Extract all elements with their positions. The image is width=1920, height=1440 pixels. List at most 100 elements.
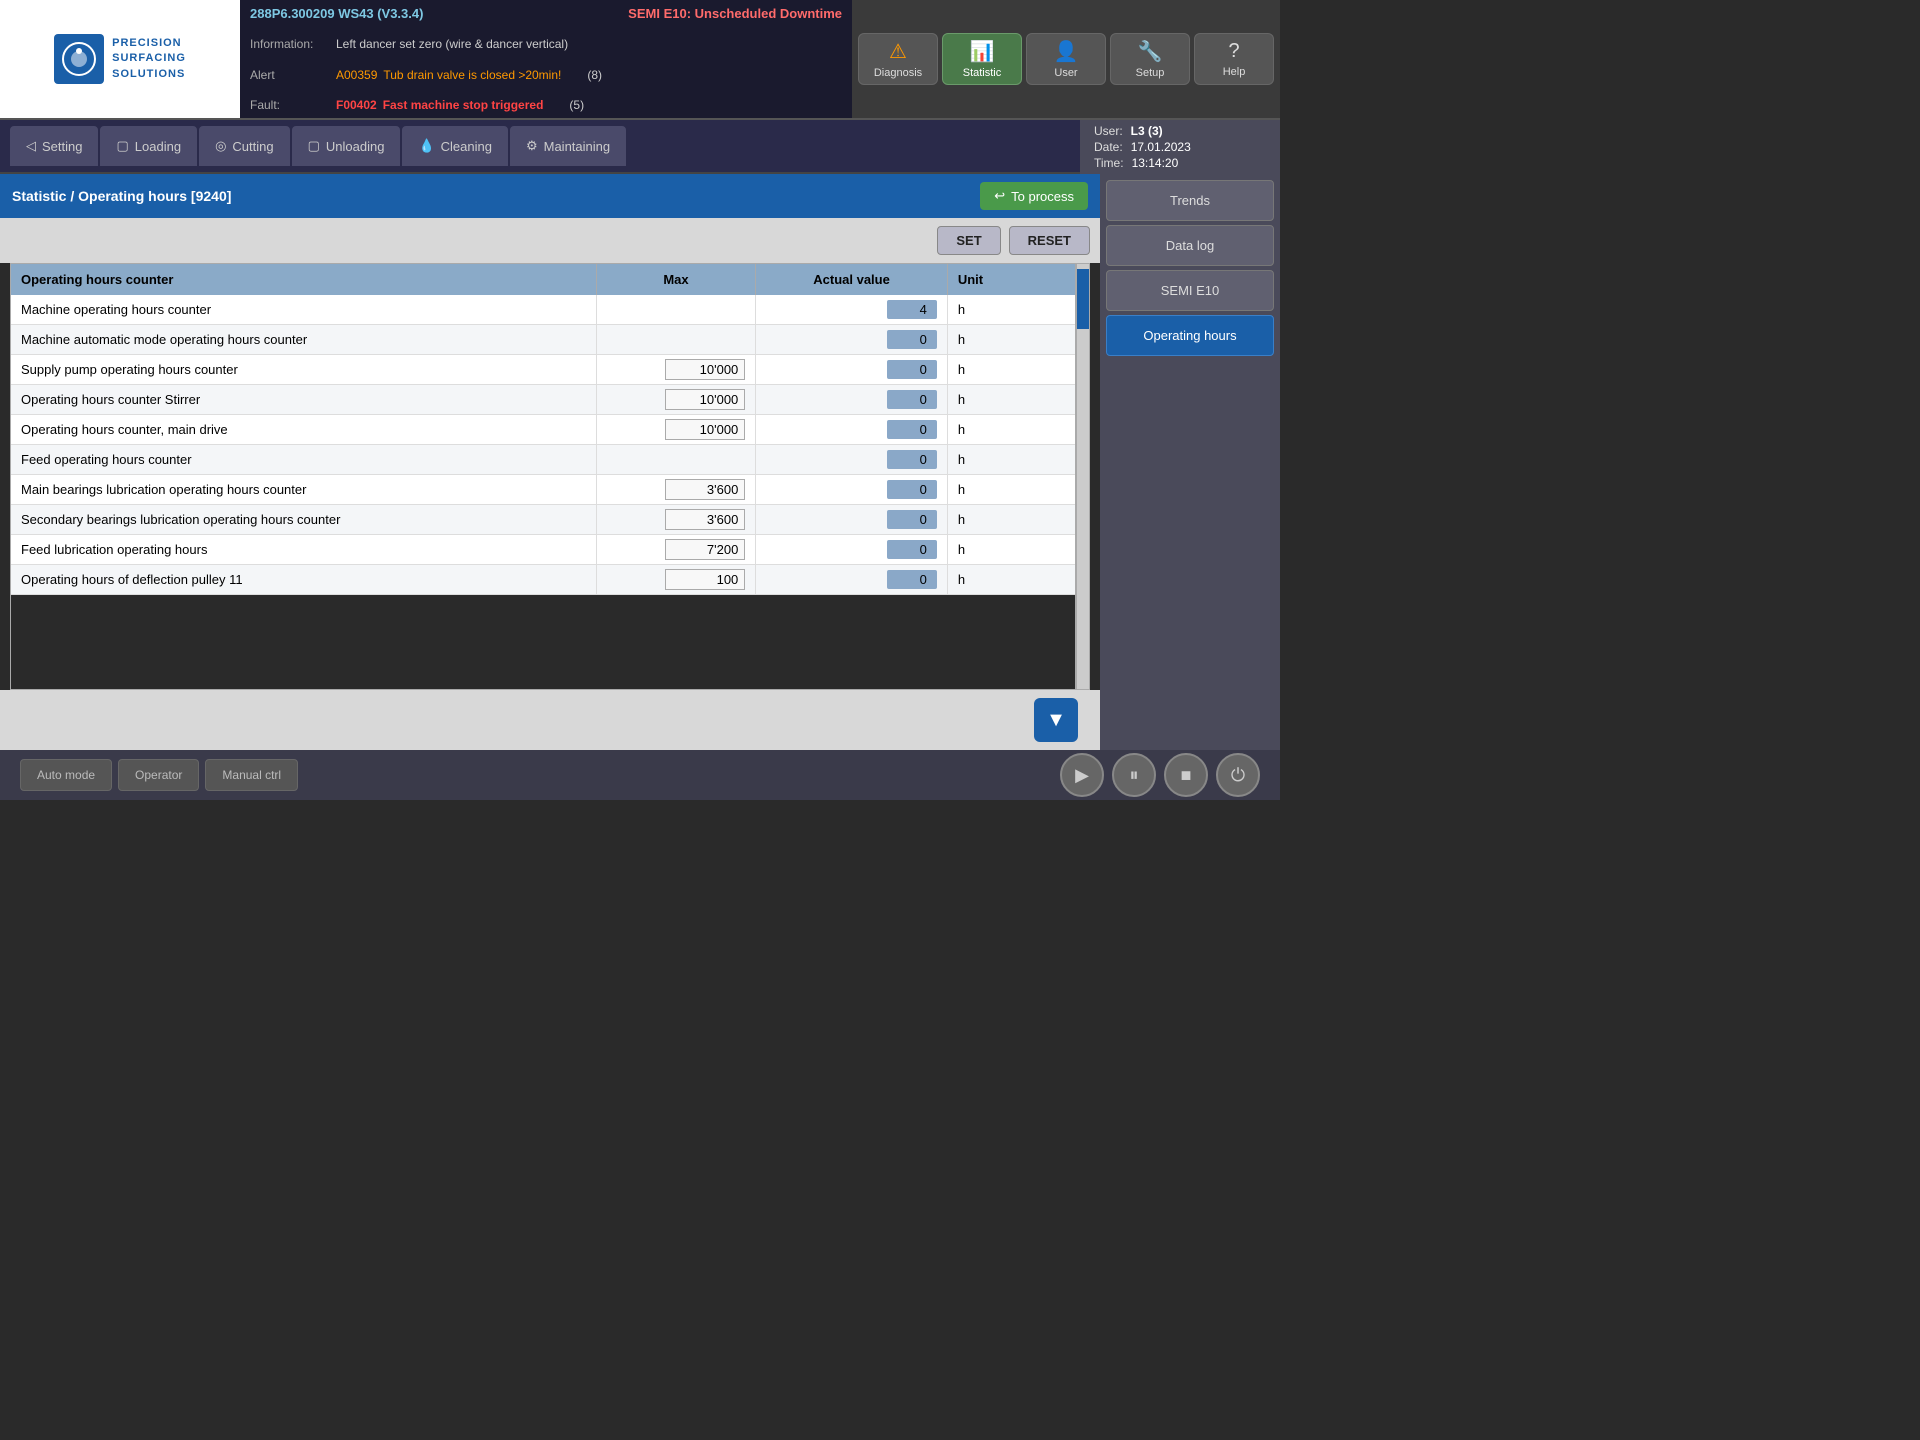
fault-text: Fast machine stop triggered xyxy=(383,98,544,112)
tab-cutting[interactable]: ◎ Cutting xyxy=(199,126,290,166)
info-label: Information: xyxy=(250,37,330,51)
stop-button[interactable]: ■ xyxy=(1164,753,1208,797)
row-max-9[interactable] xyxy=(596,565,756,595)
time-label: Time: xyxy=(1094,156,1124,170)
max-input-2[interactable] xyxy=(665,359,745,380)
max-input-8[interactable] xyxy=(665,539,745,560)
row-max-1 xyxy=(596,325,756,355)
info-text: Left dancer set zero (wire & dancer vert… xyxy=(336,37,568,51)
row-unit-2: h xyxy=(947,355,1075,385)
manual-ctrl-button[interactable]: Manual ctrl xyxy=(205,759,298,791)
sidebar-btn-operating-hours[interactable]: Operating hours xyxy=(1106,315,1274,356)
sidebar-btn-trends[interactable]: Trends xyxy=(1106,180,1274,221)
row-max-8[interactable] xyxy=(596,535,756,565)
logo-text-line2: SURFACING xyxy=(112,51,186,66)
row-actual-7: 0 xyxy=(756,505,948,535)
version-info: 288P6.300209 WS43 (V3.3.4) xyxy=(250,6,423,21)
table-row: Machine automatic mode operating hours c… xyxy=(11,325,1075,355)
row-actual-6: 0 xyxy=(756,475,948,505)
fault-code: F00402 xyxy=(336,98,377,112)
row-actual-0: 4 xyxy=(756,295,948,325)
row-unit-4: h xyxy=(947,415,1075,445)
row-name-0: Machine operating hours counter xyxy=(11,295,596,325)
power-button[interactable]: ⏻ xyxy=(1216,753,1260,797)
row-unit-0: h xyxy=(947,295,1075,325)
max-input-3[interactable] xyxy=(665,389,745,410)
set-button[interactable]: SET xyxy=(937,226,1000,255)
col-header-actual: Actual value xyxy=(756,264,948,295)
row-max-7[interactable] xyxy=(596,505,756,535)
to-process-button[interactable]: ↩ To process xyxy=(980,182,1088,210)
table-row: Operating hours counter Stirrer0h xyxy=(11,385,1075,415)
nav-btn-diagnosis[interactable]: ⚠ Diagnosis xyxy=(858,33,938,85)
auto-mode-button[interactable]: Auto mode xyxy=(20,759,112,791)
row-actual-4: 0 xyxy=(756,415,948,445)
user-label: User: xyxy=(1094,124,1123,138)
pause-button[interactable]: ⏸ xyxy=(1112,753,1156,797)
table-row: Main bearings lubrication operating hour… xyxy=(11,475,1075,505)
table-row: Secondary bearings lubrication operating… xyxy=(11,505,1075,535)
row-unit-9: h xyxy=(947,565,1075,595)
nav-btn-statistic[interactable]: 📊 Statistic xyxy=(942,33,1022,85)
row-max-0 xyxy=(596,295,756,325)
tab-setting[interactable]: ◁ Setting xyxy=(10,126,98,166)
row-max-4[interactable] xyxy=(596,415,756,445)
nav-label-help: Help xyxy=(1223,66,1246,78)
max-input-9[interactable] xyxy=(665,569,745,590)
alert-label: Alert xyxy=(250,68,330,82)
tab-label-unloading: Unloading xyxy=(326,139,385,154)
alert-text: Tub drain valve is closed >20min! xyxy=(383,68,561,82)
tab-loading[interactable]: ▢ Loading xyxy=(100,126,197,166)
tab-cleaning[interactable]: 💧 Cleaning xyxy=(402,126,508,166)
tab-label-loading: Loading xyxy=(135,139,181,154)
bottom-bar: Auto mode Operator Manual ctrl ▶ ⏸ ■ ⏻ xyxy=(0,750,1280,800)
help-icon: ? xyxy=(1228,40,1239,63)
max-input-6[interactable] xyxy=(665,479,745,500)
row-name-3: Operating hours counter Stirrer xyxy=(11,385,596,415)
sidebar-btn-datalog[interactable]: Data log xyxy=(1106,225,1274,266)
row-actual-1: 0 xyxy=(756,325,948,355)
right-sidebar: Trends Data log SEMI E10 Operating hours xyxy=(1100,174,1280,750)
nav-buttons: ⚠ Diagnosis 📊 Statistic 👤 User 🔧 Setup ?… xyxy=(852,0,1280,118)
table-row: Supply pump operating hours counter0h xyxy=(11,355,1075,385)
row-name-6: Main bearings lubrication operating hour… xyxy=(11,475,596,505)
table-row: Feed lubrication operating hours0h xyxy=(11,535,1075,565)
logo-text-line3: SOLUTIONS xyxy=(112,67,186,82)
table-row: Operating hours counter, main drive0h xyxy=(11,415,1075,445)
row-max-6[interactable] xyxy=(596,475,756,505)
diagnosis-icon: ⚠ xyxy=(889,39,907,64)
semi-status: SEMI E10: Unscheduled Downtime xyxy=(628,6,842,21)
bottom-controls: ▼ xyxy=(0,690,1100,750)
tab-label-cutting: Cutting xyxy=(232,139,273,154)
nav-btn-help[interactable]: ? Help xyxy=(1194,33,1274,85)
max-input-4[interactable] xyxy=(665,419,745,440)
logo-area: PRECISION SURFACING SOLUTIONS xyxy=(0,0,240,118)
nav-btn-user[interactable]: 👤 User xyxy=(1026,33,1106,85)
play-button[interactable]: ▶ xyxy=(1060,753,1104,797)
sidebar-btn-semie10[interactable]: SEMI E10 xyxy=(1106,270,1274,311)
reset-button[interactable]: RESET xyxy=(1009,226,1090,255)
fault-count: (5) xyxy=(569,98,584,112)
tab-unloading[interactable]: ▢ Unloading xyxy=(292,126,401,166)
row-max-5 xyxy=(596,445,756,475)
scroll-down-button[interactable]: ▼ xyxy=(1034,698,1078,742)
nav-btn-setup[interactable]: 🔧 Setup xyxy=(1110,33,1190,85)
cutting-icon: ◎ xyxy=(215,138,226,154)
max-input-7[interactable] xyxy=(665,509,745,530)
nav-label-setup: Setup xyxy=(1136,67,1165,79)
row-max-2[interactable] xyxy=(596,355,756,385)
row-unit-3: h xyxy=(947,385,1075,415)
col-header-name: Operating hours counter xyxy=(11,264,596,295)
row-max-3[interactable] xyxy=(596,385,756,415)
breadcrumb-bar: Statistic / Operating hours [9240] ↩ To … xyxy=(0,174,1100,218)
alert-count: (8) xyxy=(587,68,602,82)
date-label: Date: xyxy=(1094,140,1123,154)
time-value: 13:14:20 xyxy=(1132,156,1179,170)
row-name-7: Secondary bearings lubrication operating… xyxy=(11,505,596,535)
tab-maintaining[interactable]: ⚙ Maintaining xyxy=(510,126,626,166)
row-unit-7: h xyxy=(947,505,1075,535)
operator-button[interactable]: Operator xyxy=(118,759,199,791)
alert-code: A00359 xyxy=(336,68,377,82)
setting-icon: ◁ xyxy=(26,138,36,154)
row-unit-8: h xyxy=(947,535,1075,565)
